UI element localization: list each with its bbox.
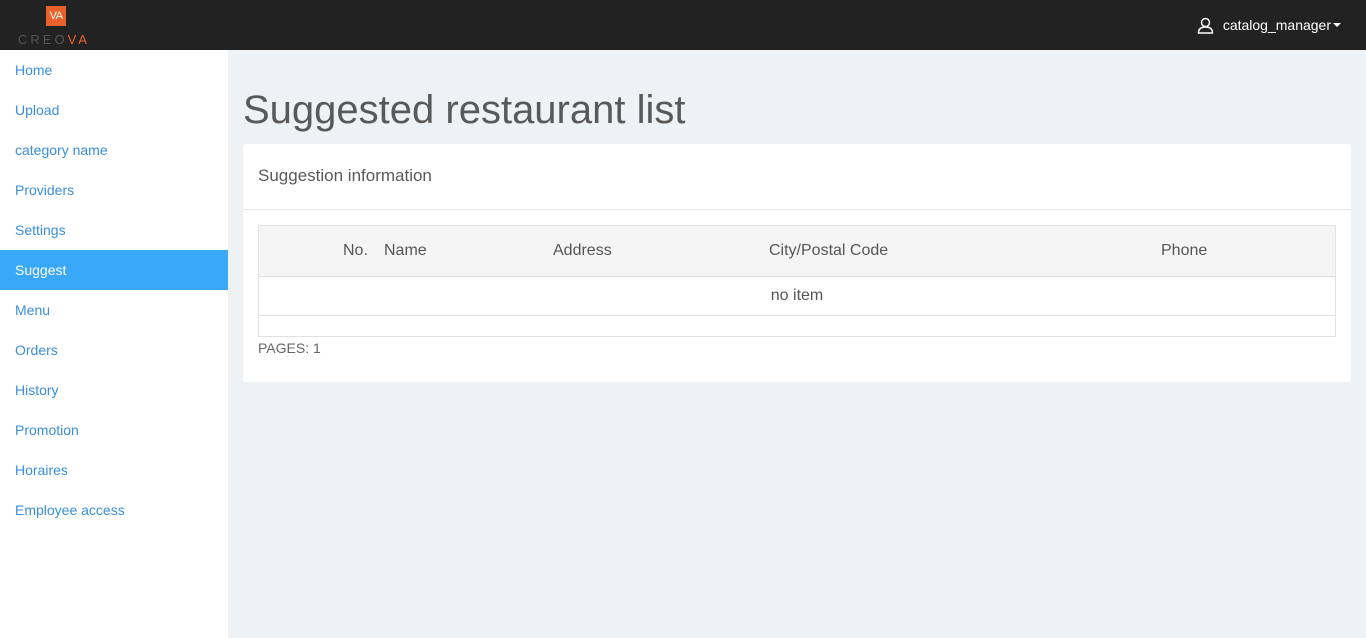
sidebar-item-settings[interactable]: Settings [0,210,228,250]
table-header: No. Name Address City/Postal Code Phone [259,226,1335,277]
sidebar-item-providers[interactable]: Providers [0,170,228,210]
suggestion-panel: Suggestion information No. Name Address … [243,144,1351,382]
sidebar-item-menu[interactable]: Menu [0,290,228,330]
user-icon [1197,17,1214,34]
sidebar-item-suggest[interactable]: Suggest [0,250,228,290]
username-label: catalog_manager [1222,17,1331,33]
top-navbar: VA CREOVA catalog_manager [0,0,1366,50]
empty-table-row: no item [259,277,1335,316]
column-header-phone[interactable]: Phone [1161,226,1207,276]
sidebar-item-orders[interactable]: Orders [0,330,228,370]
panel-title: Suggestion information [243,144,1351,210]
chevron-down-icon [1333,23,1341,27]
column-header-address[interactable]: Address [553,226,612,276]
sidebar-item-home[interactable]: Home [0,50,228,90]
column-header-no[interactable]: No. [343,226,368,276]
sidebar-item-category-name[interactable]: category name [0,130,228,170]
pagination-label: PAGES: 1 [258,340,321,356]
sidebar-item-upload[interactable]: Upload [0,90,228,130]
sidebar-item-promotion[interactable]: Promotion [0,410,228,450]
logo-text: CREOVA [18,32,90,47]
column-header-city-postal-code[interactable]: City/Postal Code [769,226,888,276]
sidebar-item-horaires[interactable]: Horaires [0,450,228,490]
user-menu-dropdown[interactable]: catalog_manager [1197,14,1341,36]
column-header-name[interactable]: Name [384,226,427,276]
logo-mark: VA [46,6,66,26]
sidebar: Home Upload category name Providers Sett… [0,50,228,638]
page-title: Suggested restaurant list [243,88,686,132]
suggestion-table: No. Name Address City/Postal Code Phone … [258,225,1336,337]
sidebar-item-history[interactable]: History [0,370,228,410]
sidebar-item-employee-access[interactable]: Employee access [0,490,228,530]
creova-logo[interactable]: VA CREOVA [18,4,94,48]
